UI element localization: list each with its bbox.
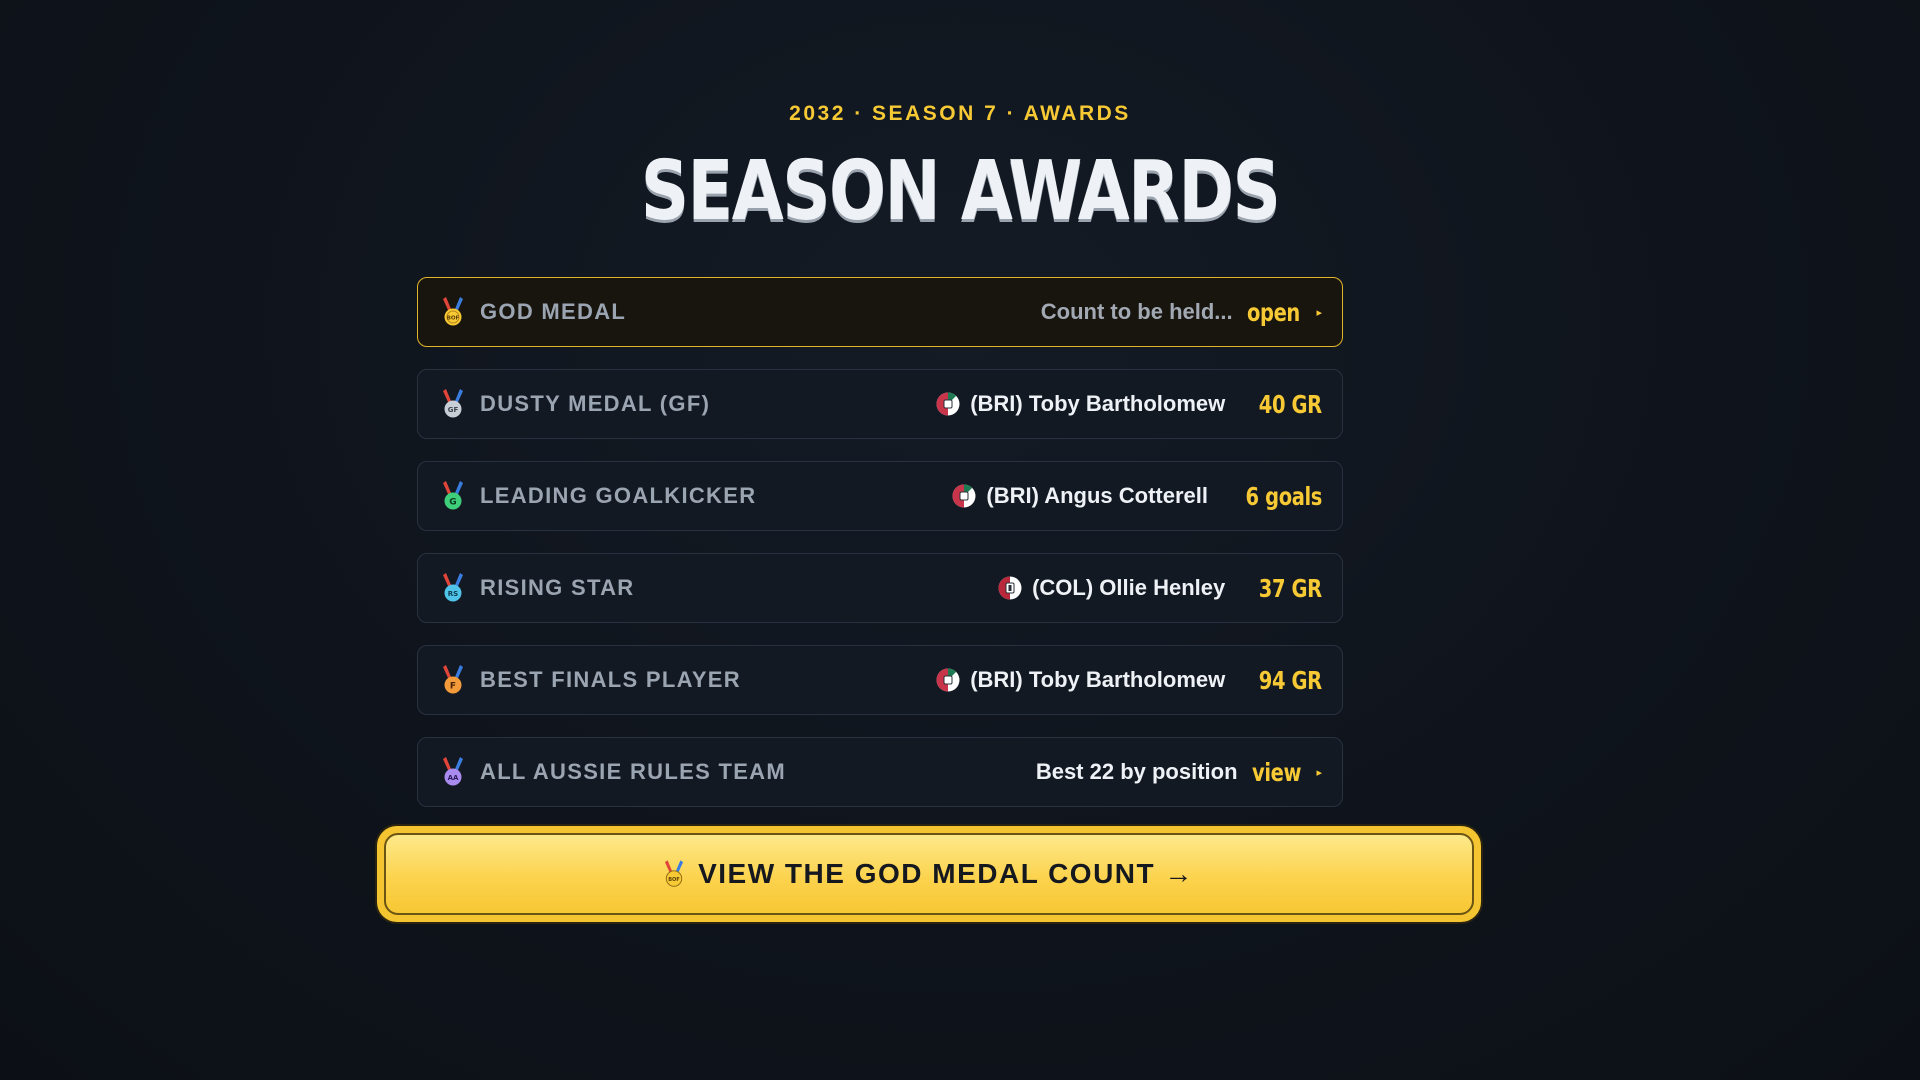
open-link[interactable]: open: [1247, 298, 1300, 327]
award-row-dusty-medal[interactable]: GF DUSTY MEDAL (GF) (BRI) Toby Bartholom…: [417, 369, 1343, 439]
award-label: DUSTY MEDAL (GF): [480, 391, 711, 416]
view-god-medal-count-button[interactable]: BOF VIEW THE GOD MEDAL COUNT →: [377, 826, 1481, 922]
club-badge-icon: [936, 392, 960, 416]
award-row-leading-goalkicker[interactable]: G LEADING GOALKICKER (BRI) Angus Cottere…: [417, 461, 1343, 531]
award-stat: 40 GR: [1259, 389, 1322, 419]
svg-text:G: G: [449, 498, 456, 508]
goalkicker-medal-icon: G: [443, 481, 463, 510]
awards-list: BOF GOD MEDAL Count to be held... open ▸…: [417, 277, 1343, 829]
award-winner: Best 22 by position: [1035, 759, 1238, 784]
god-medal-icon: BOF: [664, 860, 684, 887]
svg-text:BOF: BOF: [668, 877, 679, 883]
award-label: BEST FINALS PLAYER: [480, 667, 741, 692]
svg-text:AA: AA: [448, 774, 459, 782]
club-badge-icon: [998, 576, 1022, 600]
award-winner: (BRI) Toby Bartholomew: [970, 391, 1226, 416]
award-label: RISING STAR: [480, 575, 635, 600]
award-result: (BRI) Angus Cotterell 6 goals: [952, 482, 1322, 511]
award-result: (BRI) Toby Bartholomew 94 GR: [936, 666, 1322, 695]
cta-inner[interactable]: BOF VIEW THE GOD MEDAL COUNT →: [384, 833, 1474, 915]
award-winner: Count to be held...: [1040, 299, 1233, 324]
award-result: (BRI) Toby Bartholomew 40 GR: [936, 390, 1322, 419]
award-winner: (BRI) Angus Cotterell: [986, 483, 1208, 508]
award-label: LEADING GOALKICKER: [480, 483, 757, 508]
dusty-medal-icon: GF: [443, 389, 463, 418]
award-label: GOD MEDAL: [480, 299, 627, 324]
award-stat: 37 GR: [1259, 573, 1322, 603]
award-result: Count to be held... open ▸: [1041, 298, 1322, 327]
rising-star-medal-icon: RS: [443, 573, 463, 602]
award-row-god-medal[interactable]: BOF GOD MEDAL Count to be held... open ▸: [417, 277, 1343, 347]
award-winner: (BRI) Toby Bartholomew: [970, 667, 1226, 692]
triangle-right-icon: ▸: [1316, 766, 1322, 779]
award-label: ALL AUSSIE RULES TEAM: [480, 759, 786, 784]
award-row-all-aussie-team[interactable]: AA ALL AUSSIE RULES TEAM Best 22 by posi…: [417, 737, 1343, 807]
award-stat: 94 GR: [1259, 665, 1322, 695]
triangle-right-icon: ▸: [1316, 306, 1322, 319]
svg-text:GF: GF: [448, 406, 459, 414]
award-row-best-finals-player[interactable]: F BEST FINALS PLAYER (BRI) Toby Bartholo…: [417, 645, 1343, 715]
svg-text:RS: RS: [448, 590, 458, 598]
club-badge-icon: [952, 484, 976, 508]
svg-text:F: F: [450, 682, 456, 692]
svg-text:BOF: BOF: [447, 316, 460, 322]
season-eyebrow: 2032 · SEASON 7 · AWARDS: [789, 102, 1131, 125]
view-link[interactable]: view: [1252, 758, 1301, 787]
award-stat: 6 goals: [1245, 481, 1323, 511]
page-title: SEASON AWARDS: [640, 144, 1281, 239]
award-result: Best 22 by position view ▸: [1036, 758, 1322, 787]
cta-label: VIEW THE GOD MEDAL COUNT →: [698, 858, 1194, 889]
award-winner: (COL) Ollie Henley: [1032, 575, 1226, 600]
all-aussie-medal-icon: AA: [443, 757, 463, 786]
god-medal-icon: BOF: [443, 297, 463, 326]
club-badge-icon: [936, 668, 960, 692]
finals-medal-icon: F: [443, 665, 463, 694]
award-row-rising-star[interactable]: RS RISING STAR (COL) Ollie Henley 37 GR: [417, 553, 1343, 623]
award-result: (COL) Ollie Henley 37 GR: [998, 574, 1322, 603]
awards-page: 2032 · SEASON 7 · AWARDS SEASON AWARDS B…: [0, 0, 1920, 1080]
